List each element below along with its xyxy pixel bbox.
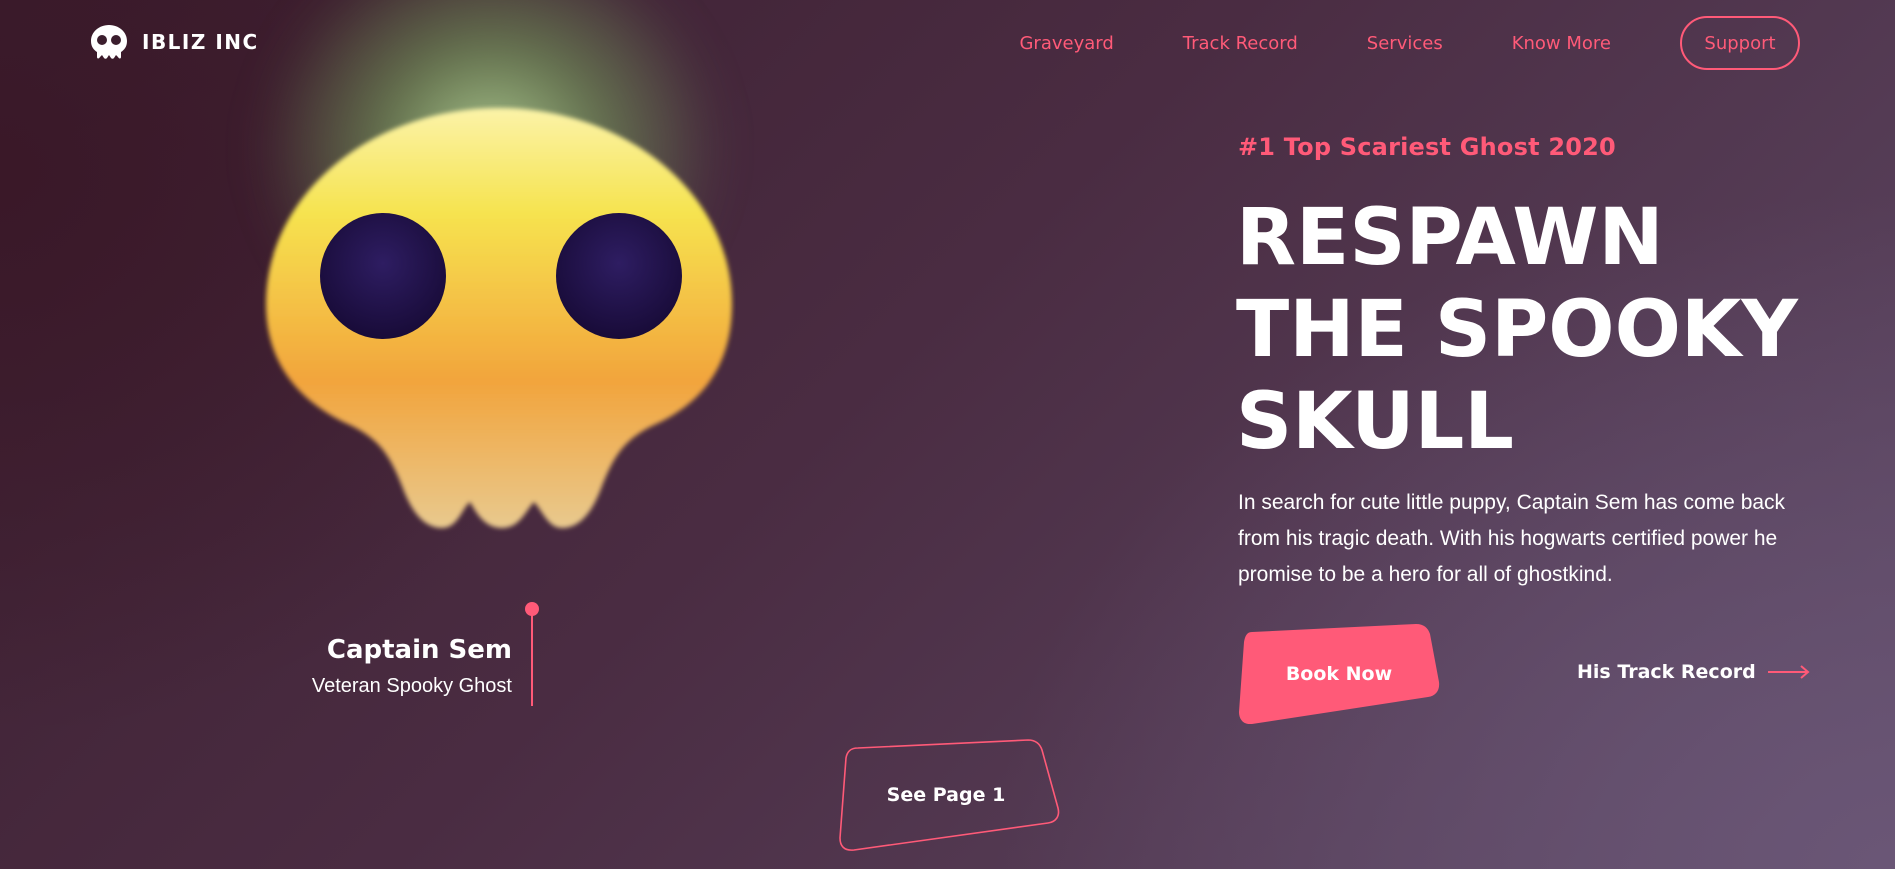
skull-icon — [91, 25, 127, 59]
support-button[interactable]: Support — [1680, 16, 1800, 70]
skull-left-eye — [320, 213, 446, 339]
pin-line — [531, 612, 533, 706]
hero-title: RESPAWN THE SPOOKY SKULL — [1236, 192, 1798, 468]
see-page-button[interactable]: See Page 1 — [832, 738, 1060, 852]
book-now-label: Book Now — [1285, 663, 1393, 685]
hero-badge: #1 Top Scariest Ghost 2020 — [1238, 133, 1616, 161]
skull-illustration — [266, 108, 732, 528]
brand-name: IBLIZ INC — [142, 30, 259, 54]
hero-title-line-3: SKULL — [1236, 377, 1514, 467]
character-name: Captain Sem — [326, 635, 512, 665]
caption-pin — [525, 602, 539, 706]
book-now-button[interactable]: Book Now — [1238, 624, 1440, 724]
nav-graveyard[interactable]: Graveyard — [1019, 33, 1113, 54]
see-page-label: See Page 1 — [886, 784, 1006, 806]
hero-title-line-1: RESPAWN — [1236, 193, 1664, 283]
skull-right-eye — [556, 213, 682, 339]
nav-track-record[interactable]: Track Record — [1183, 33, 1298, 54]
brand-logo[interactable]: IBLIZ INC — [90, 24, 259, 60]
hero-title-line-2: THE SPOOKY — [1236, 285, 1798, 375]
track-record-label: His Track Record — [1577, 661, 1756, 683]
character-caption: Captain Sem Veteran Spooky Ghost — [312, 635, 512, 698]
hero-description: In search for cute little puppy, Captain… — [1238, 491, 1786, 586]
nav-services[interactable]: Services — [1367, 33, 1443, 54]
arrow-right-icon — [1767, 665, 1810, 679]
nav-know-more[interactable]: Know More — [1512, 33, 1611, 54]
character-role: Veteran Spooky Ghost — [311, 675, 512, 697]
track-record-link[interactable]: His Track Record — [1577, 661, 1810, 683]
main-nav: Graveyard Track Record Services Know Mor… — [1019, 16, 1800, 70]
